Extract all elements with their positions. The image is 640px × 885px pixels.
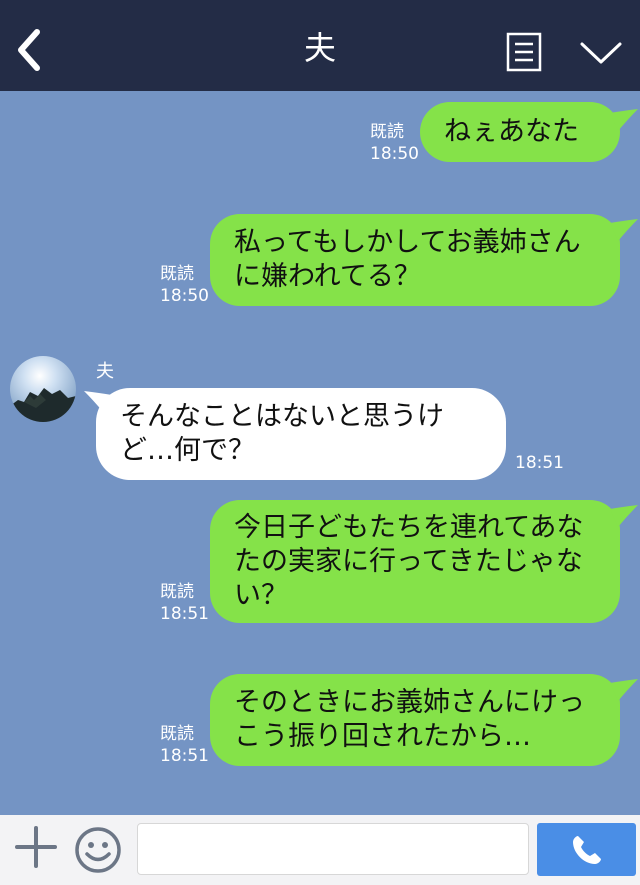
read-receipt: 既読 bbox=[370, 122, 404, 142]
bubble-tail bbox=[610, 219, 638, 241]
plus-icon[interactable] bbox=[14, 825, 58, 869]
message-bubble-sent[interactable]: 今日子どもたちを連れてあなたの実家に行ってきたじゃない？ bbox=[210, 500, 620, 623]
message-time: 18:51 bbox=[160, 604, 209, 624]
message-meta: 既読 18:51 bbox=[160, 581, 209, 625]
bubble-tail bbox=[610, 109, 638, 131]
chat-title: 夫 bbox=[303, 29, 336, 67]
message-time: 18:51 bbox=[515, 453, 564, 473]
message-time: 18:50 bbox=[370, 144, 419, 164]
phone-icon bbox=[572, 835, 601, 864]
chat-header: 夫 bbox=[0, 0, 640, 91]
message-meta: 既読 18:50 bbox=[370, 121, 419, 165]
message-text: 私ってもしかしてお義姉さんに嫌われてる？ bbox=[234, 227, 581, 292]
message-text: そのときにお義姉さんにけっこう振り回されたから… bbox=[234, 687, 585, 752]
read-receipt: 既読 bbox=[160, 582, 194, 602]
avatar-image bbox=[10, 356, 76, 422]
message-bubble-sent[interactable]: そのときにお義姉さんにけっこう振り回されたから… bbox=[210, 674, 620, 766]
message-bubble-sent[interactable]: ねぇあなた bbox=[420, 102, 620, 162]
bubble-tail bbox=[610, 505, 638, 527]
message-meta: 既読 18:51 bbox=[160, 723, 209, 767]
sender-name: 夫 bbox=[96, 361, 114, 382]
message-bubble-sent[interactable]: 私ってもしかしてお義姉さんに嫌われてる？ bbox=[210, 214, 620, 306]
notes-icon[interactable] bbox=[506, 32, 542, 72]
input-bar bbox=[0, 815, 640, 885]
chevron-down-icon[interactable] bbox=[578, 38, 624, 68]
read-receipt: 既読 bbox=[160, 724, 194, 744]
message-bubble-received[interactable]: そんなことはないと思うけど…何で？ bbox=[96, 388, 506, 480]
bubble-tail bbox=[610, 679, 638, 701]
message-text: 今日子どもたちを連れてあなたの実家に行ってきたじゃない？ bbox=[234, 511, 584, 611]
smiley-icon[interactable] bbox=[73, 825, 123, 875]
chat-area[interactable]: 既読 18:50 ねぇあなた 既読 18:50 私ってもしかしてお義姉さんに嫌わ… bbox=[0, 91, 640, 815]
call-button[interactable] bbox=[537, 823, 636, 876]
message-meta: 既読 18:50 bbox=[160, 263, 209, 307]
message-text: そんなことはないと思うけど…何で？ bbox=[120, 401, 444, 466]
message-text: ねぇあなた bbox=[444, 116, 579, 147]
message-time: 18:51 bbox=[160, 746, 209, 766]
message-time: 18:50 bbox=[160, 286, 209, 306]
avatar[interactable] bbox=[10, 356, 76, 422]
message-input[interactable] bbox=[137, 823, 529, 875]
read-receipt: 既読 bbox=[160, 264, 194, 284]
